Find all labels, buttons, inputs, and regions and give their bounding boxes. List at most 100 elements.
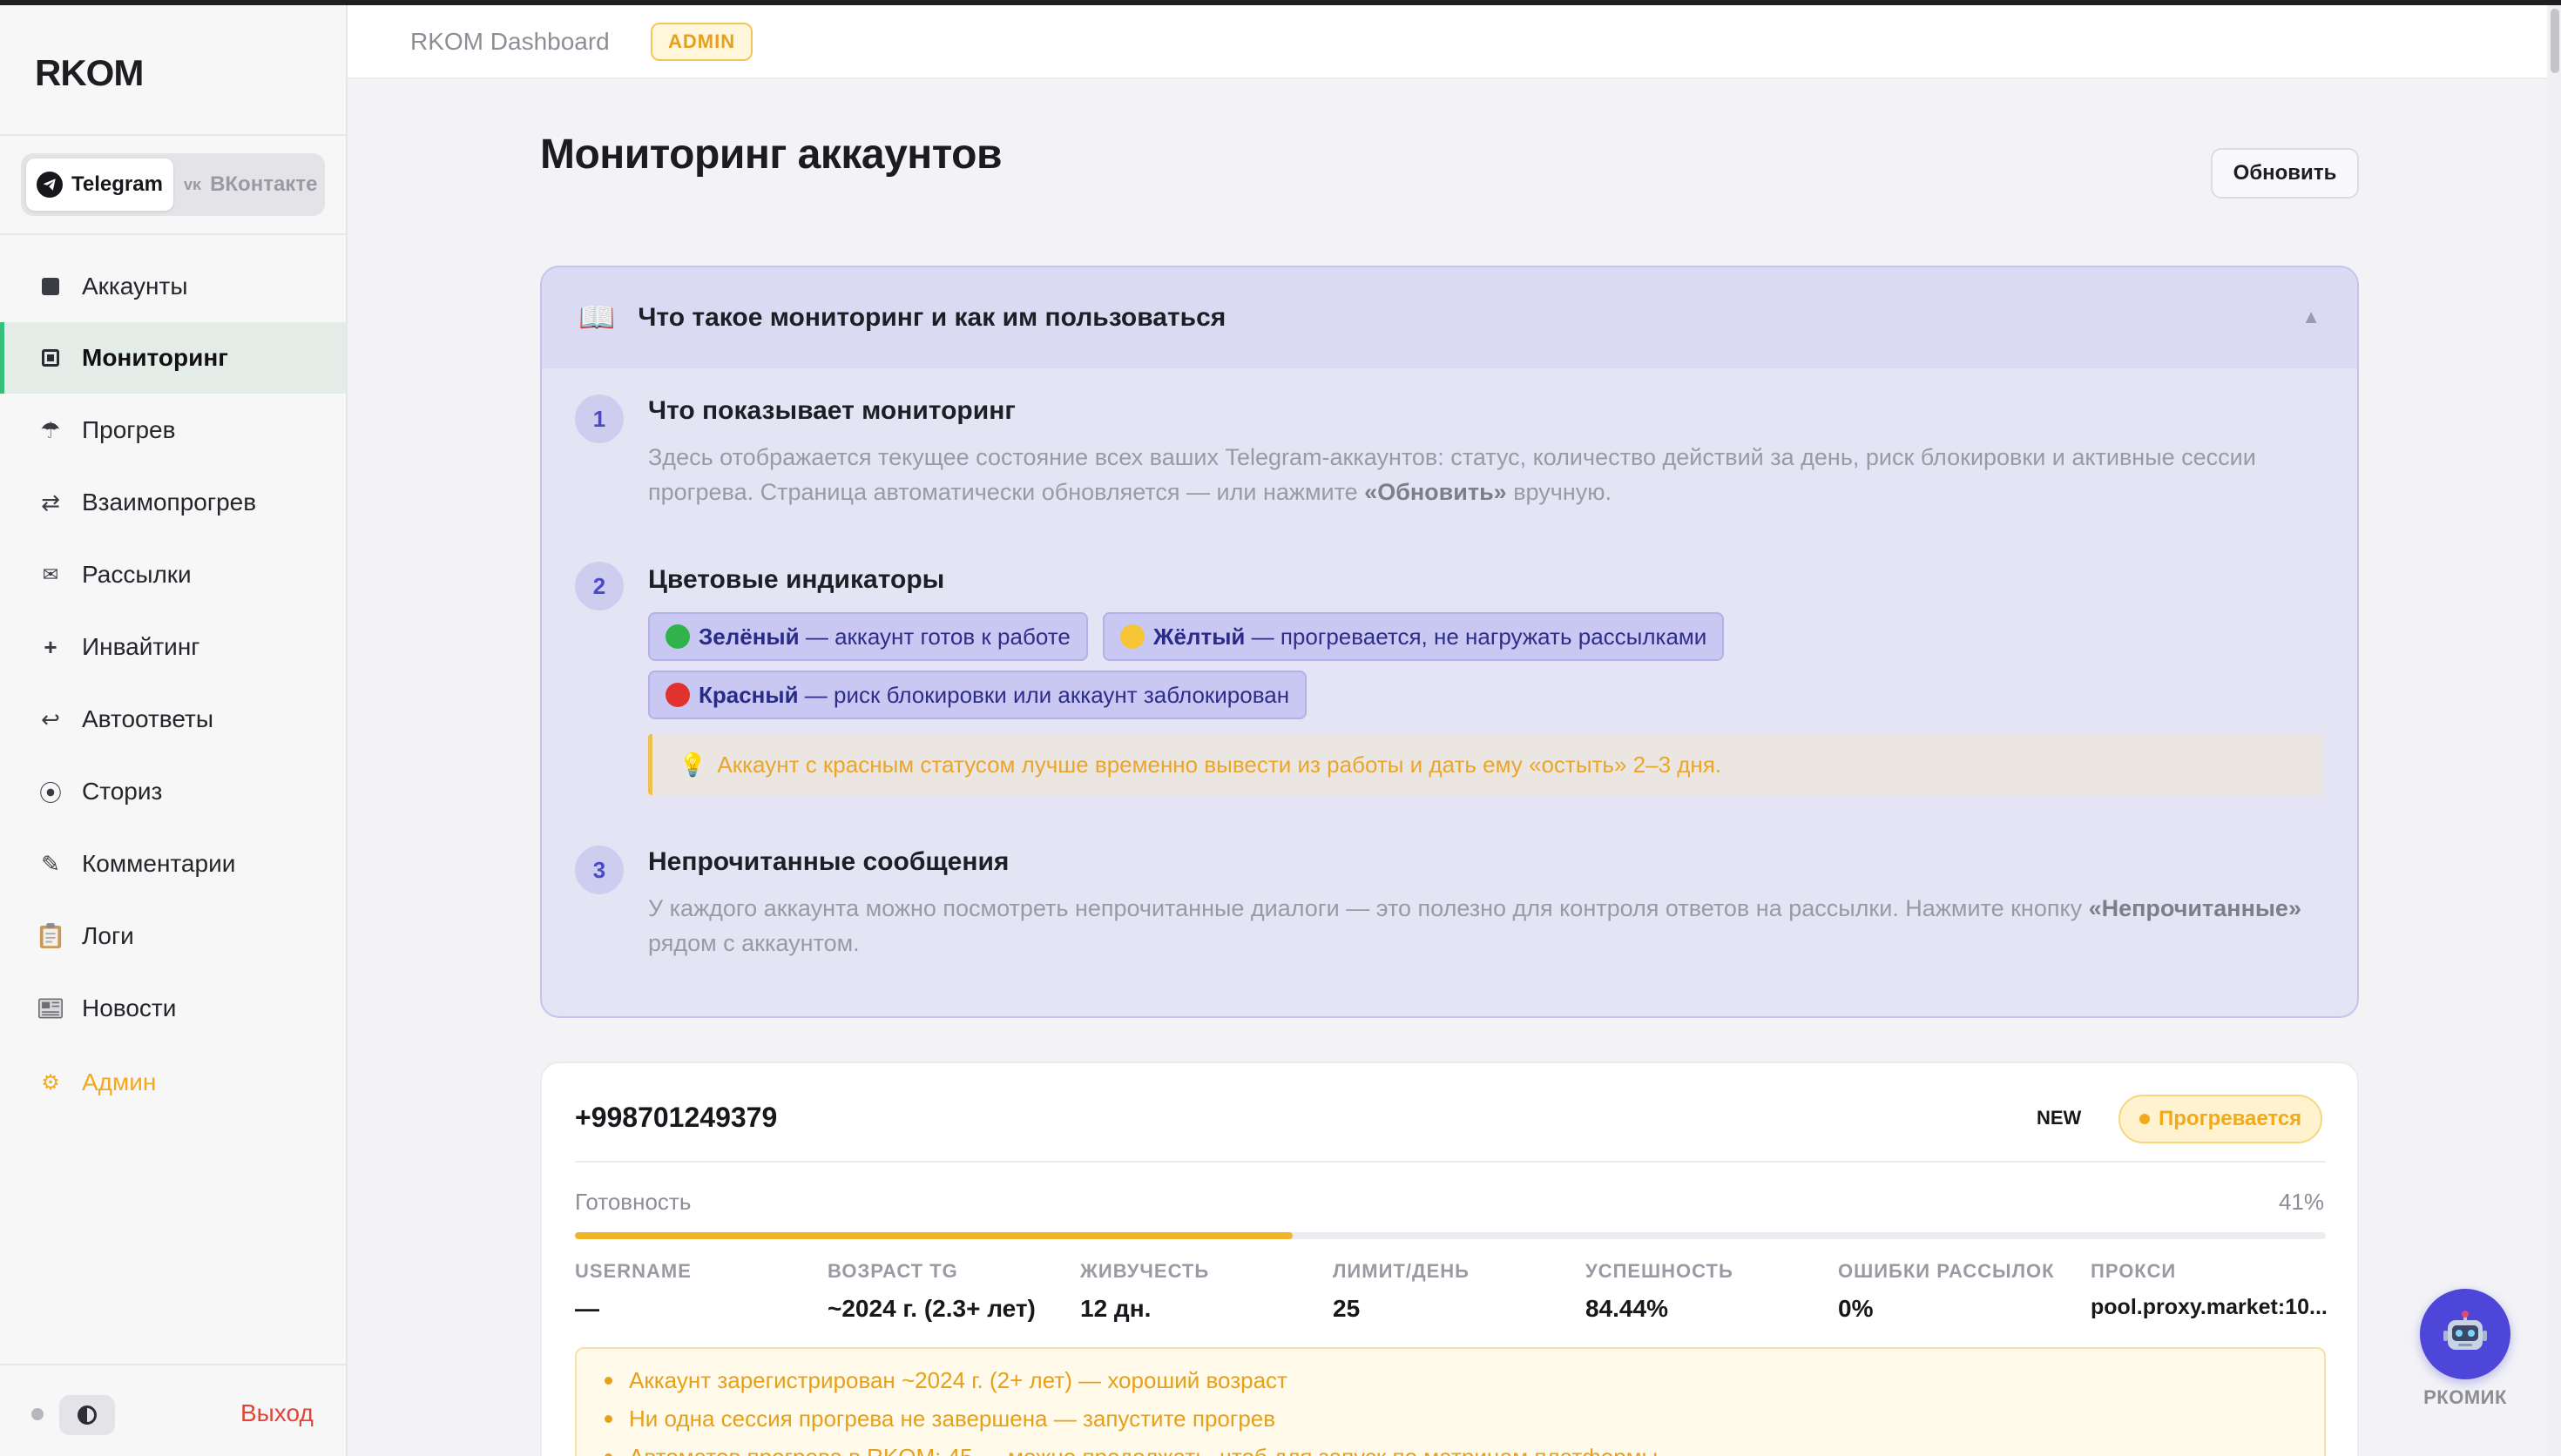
readiness-progress-bar [575, 1232, 2326, 1239]
indicator-chip-green: Зелёный — аккаунт готов к работе [648, 612, 1088, 661]
scrollbar-track[interactable] [2547, 5, 2561, 1456]
sidebar-item-label: Автоответы [82, 705, 213, 732]
app-logo: RKOM [35, 52, 144, 93]
sidebar-item-label: Рассылки [82, 561, 192, 588]
scrollbar-thumb[interactable] [2551, 9, 2559, 73]
step-text: Здесь отображается текущее состояние все… [648, 444, 2256, 505]
sidebar-item-label: Админ [82, 1068, 157, 1095]
pencil-icon: ✎ [41, 850, 60, 877]
readiness-progress-fill [575, 1232, 1294, 1239]
sidebar-item-label: Инвайтинг [82, 633, 200, 660]
readiness-percent: 41% [2278, 1189, 2324, 1215]
sidebar-item-label: Мониторинг [82, 344, 228, 371]
step-number: 3 [575, 846, 624, 894]
sidebar-item-label: Взаимопрогрев [82, 489, 257, 516]
status-dot [31, 1408, 44, 1420]
assistant-bot-button[interactable] [2420, 1289, 2510, 1379]
platform-label: Telegram [71, 172, 163, 196]
step-number: 1 [575, 394, 624, 443]
status-dot [2139, 1114, 2150, 1124]
list-item: Ни одна сессия прогрева не завершена — з… [603, 1399, 2324, 1438]
sidebar-item-label: Новости [82, 994, 177, 1021]
collapse-caret-icon[interactable]: ▲ [2301, 306, 2321, 328]
indicator-chip-yellow: Жёлтый — прогревается, не нагружать расс… [1103, 612, 1725, 661]
sidebar-item-news[interactable]: Новости [0, 973, 346, 1044]
refresh-button[interactable]: Обновить [2211, 148, 2359, 199]
red-circle-icon [666, 683, 690, 707]
divider [0, 1364, 346, 1365]
assistant-label: РКОМИК [2423, 1386, 2507, 1408]
telegram-icon [37, 172, 63, 198]
sidebar-item-mailings[interactable]: ✉ Рассылки [0, 539, 346, 610]
divider [575, 1161, 2326, 1163]
step-title: Непрочитанные сообщения [648, 847, 1010, 876]
vk-icon: ᴠᴋ [184, 175, 202, 193]
clipboard-icon [38, 921, 63, 951]
stat-tg-age: ВОЗРАСТ TG ~2024 г. (2.3+ лет) [828, 1260, 1036, 1322]
swap-icon: ⇄ [41, 489, 60, 516]
sidebar-item-label: Прогрев [82, 416, 176, 443]
top-header: RKOM Dashboard ADMIN [348, 5, 2561, 79]
sidebar-item-autoreplies[interactable]: ↩ Автоответы [0, 684, 346, 755]
platform-label: ВКонтакте [210, 172, 318, 196]
list-item: Автоматов прогрева в RKOM: 45 — можно пр… [603, 1438, 2324, 1456]
page-title: Мониторинг аккаунтов [540, 131, 1002, 178]
square-icon [38, 278, 63, 295]
account-notes: Аккаунт зарегистрирован ~2024 г. (2+ лет… [575, 1347, 2326, 1456]
sidebar-item-comments[interactable]: ✎ Комментарии [0, 828, 346, 900]
step-number: 2 [575, 562, 624, 610]
platform-switch: Telegram ᴠᴋ ВКонтакте [21, 153, 325, 216]
target-icon: ⦿ [38, 779, 62, 806]
stat-success-rate: УСПЕШНОСТЬ 84.44% [1585, 1260, 1733, 1322]
account-card: +998701249379 NEW Прогревается Готовност… [540, 1062, 2359, 1456]
help-guide-panel: 📖 Что такое мониторинг и как им пользова… [540, 266, 2359, 1018]
sidebar-item-monitoring[interactable]: Мониторинг [0, 322, 346, 394]
tip-callout: 💡 Аккаунт с красным статусом лучше време… [648, 734, 2324, 795]
theme-toggle-button[interactable] [59, 1395, 115, 1435]
stat-username: USERNAME — [575, 1260, 692, 1322]
newspaper-icon [38, 996, 63, 1021]
envelope-icon: ✉ [42, 563, 59, 585]
sidebar-item-label: Комментарии [82, 850, 236, 877]
sidebar-item-inviting[interactable]: + Инвайтинг [0, 611, 346, 683]
role-badge: ADMIN [651, 23, 753, 61]
stat-daily-limit: ЛИМИТ/ДЕНЬ 25 [1333, 1260, 1470, 1322]
stat-mailing-errors: ОШИБКИ РАССЫЛОК 0% [1838, 1260, 2055, 1322]
logout-link[interactable]: Выход [240, 1399, 314, 1427]
step-title: Что показывает мониторинг [648, 396, 1016, 425]
divider [0, 134, 346, 136]
gear-icon: ⚙ [41, 1070, 60, 1095]
book-icon: 📖 [578, 301, 616, 334]
green-circle-icon [666, 624, 690, 649]
account-phone: +998701249379 [575, 1102, 778, 1133]
step-text: У каждого аккаунта можно посмотреть непр… [648, 895, 2301, 956]
sidebar-item-label: Аккаунты [82, 273, 188, 300]
contrast-icon [78, 1405, 97, 1425]
plus-icon: + [44, 633, 57, 660]
yellow-circle-icon [1120, 624, 1145, 649]
sidebar-item-label: Логи [82, 922, 134, 949]
new-tag: NEW [2037, 1107, 2082, 1129]
robot-icon [2443, 1311, 2487, 1350]
sidebar-item-accounts[interactable]: Аккаунты [0, 251, 346, 322]
umbrella-icon: ☂ [40, 416, 61, 443]
readiness-label: Готовность [575, 1189, 692, 1215]
platform-vk-button[interactable]: ᴠᴋ ВКонтакте [173, 158, 320, 211]
stat-survivability: ЖИВУЧЕСТЬ 12 дн. [1080, 1260, 1210, 1322]
guide-header[interactable]: 📖 Что такое мониторинг и как им пользова… [542, 267, 2357, 368]
monitor-icon [38, 349, 63, 367]
step-title: Цветовые индикаторы [648, 565, 945, 594]
sidebar-item-label: Сториз [82, 778, 163, 805]
guide-title: Что такое мониторинг и как им пользовать… [638, 303, 1226, 332]
sidebar-item-logs[interactable]: Логи [0, 900, 346, 972]
reply-icon: ↩ [41, 705, 60, 732]
sidebar-item-mutual-warmup[interactable]: ⇄ Взаимопрогрев [0, 467, 346, 538]
indicator-chip-red: Красный — риск блокировки или аккаунт за… [648, 671, 1308, 719]
sidebar-item-admin[interactable]: ⚙ Админ [0, 1047, 346, 1118]
sidebar-item-warmup[interactable]: ☂ Прогрев [0, 394, 346, 466]
platform-telegram-button[interactable]: Telegram [26, 158, 173, 211]
stat-proxy: ПРОКСИ pool.proxy.market:10... [2091, 1260, 2328, 1319]
header-title[interactable]: RKOM Dashboard [410, 28, 610, 56]
list-item: Аккаунт зарегистрирован ~2024 г. (2+ лет… [603, 1361, 2324, 1399]
sidebar-item-stories[interactable]: ⦿ Сториз [0, 756, 346, 827]
